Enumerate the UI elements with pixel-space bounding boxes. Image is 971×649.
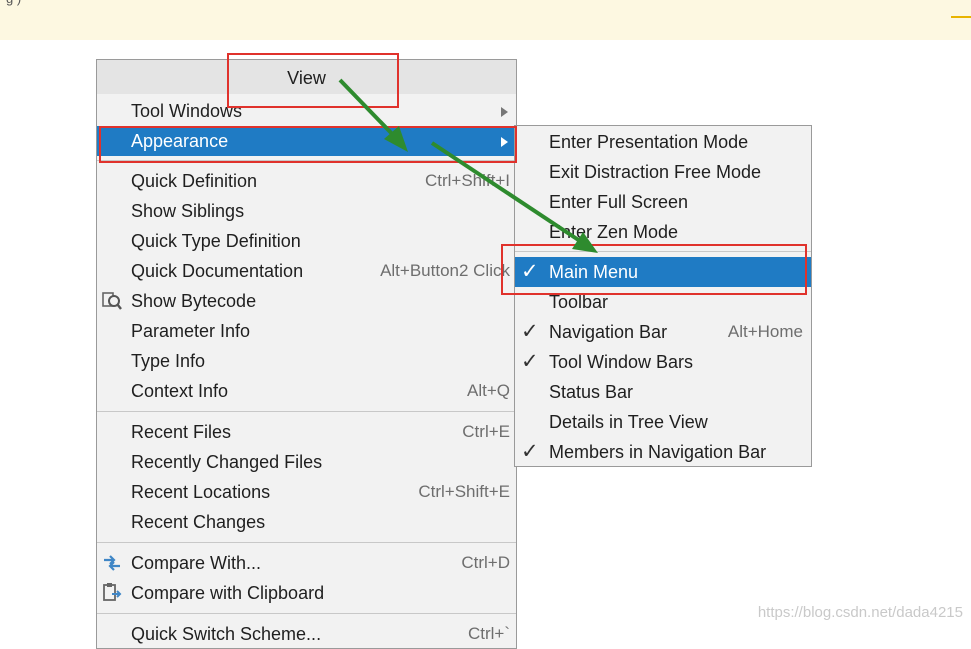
- annotation-arrow-2: [430, 141, 585, 245]
- annotation-arrow-1: [338, 78, 400, 142]
- annotation-arrows: [338, 78, 598, 253]
- watermark: https://blog.csdn.net/dada4215: [757, 604, 963, 621]
- annotation-arrowhead-2: [572, 232, 598, 253]
